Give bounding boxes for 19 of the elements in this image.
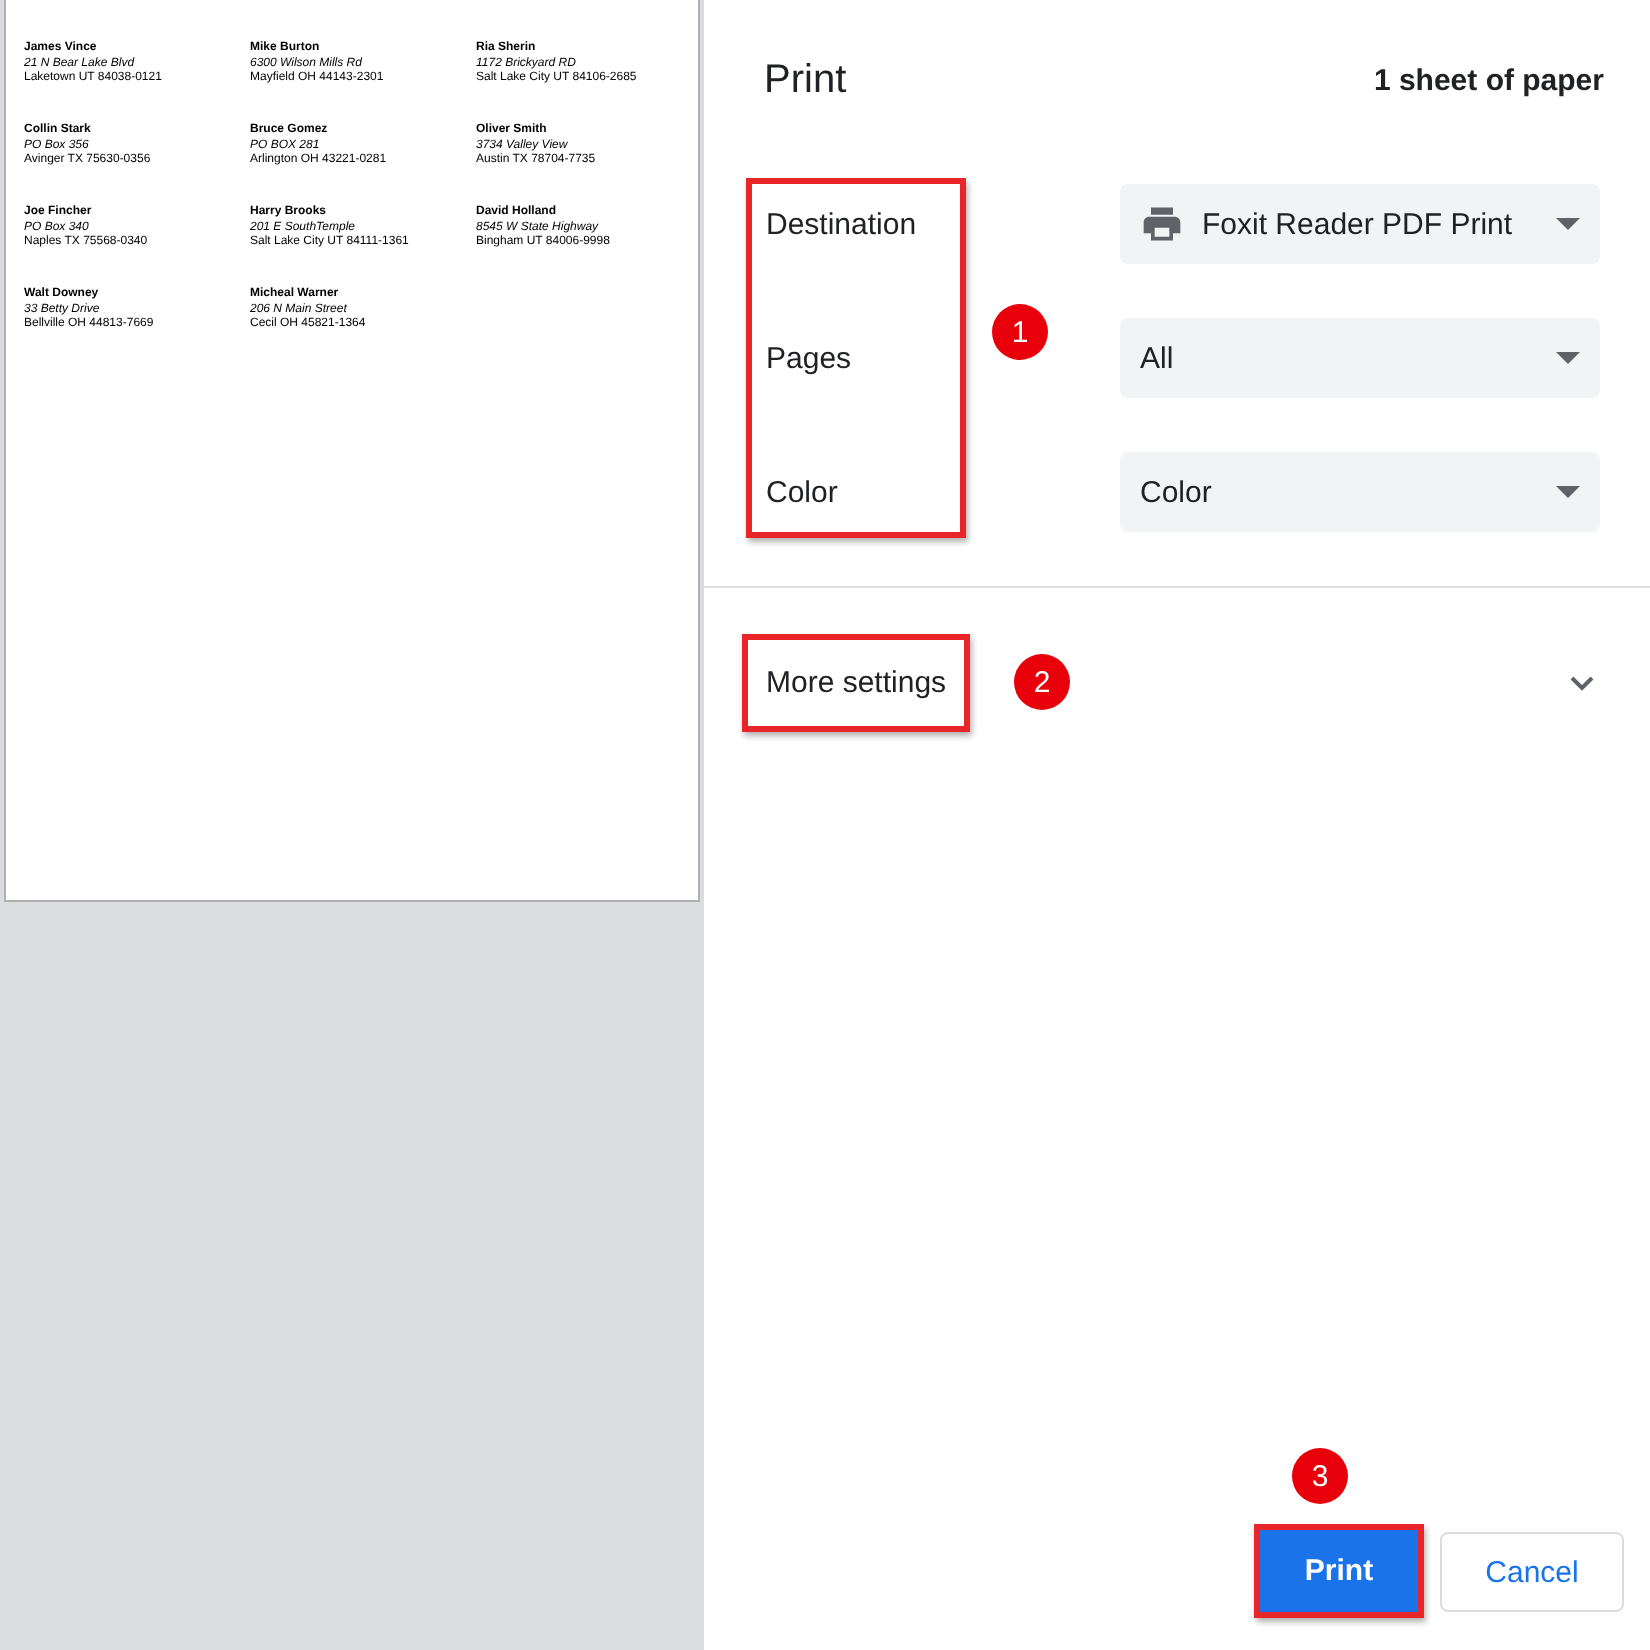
dropdown[interactable]: All: [1120, 318, 1600, 398]
print-button[interactable]: Print: [1254, 1524, 1424, 1618]
callout-badge: 1: [992, 304, 1048, 360]
callout-badge: 2: [1014, 654, 1070, 710]
caret-icon: [1556, 352, 1580, 364]
chevron-icon[interactable]: [1570, 675, 1594, 691]
more-settings-toggle[interactable]: More settings: [742, 634, 971, 732]
cancel-button[interactable]: Cancel: [1440, 1532, 1624, 1612]
printer-icon: [1140, 202, 1184, 246]
dropdown[interactable]: Foxit Reader PDF Print: [1120, 184, 1600, 264]
sheet-count: 1 sheet of paper: [1373, 63, 1604, 97]
setting-label: Color: [766, 473, 840, 513]
setting-label: Pages: [766, 339, 854, 379]
print-title: Print: [764, 57, 847, 103]
callout-badge: 3: [1292, 1448, 1348, 1504]
dropdown[interactable]: Color: [1120, 452, 1600, 532]
setting-label: Destination: [766, 205, 919, 245]
caret-icon: [1556, 218, 1580, 230]
caret-icon: [1556, 486, 1580, 498]
